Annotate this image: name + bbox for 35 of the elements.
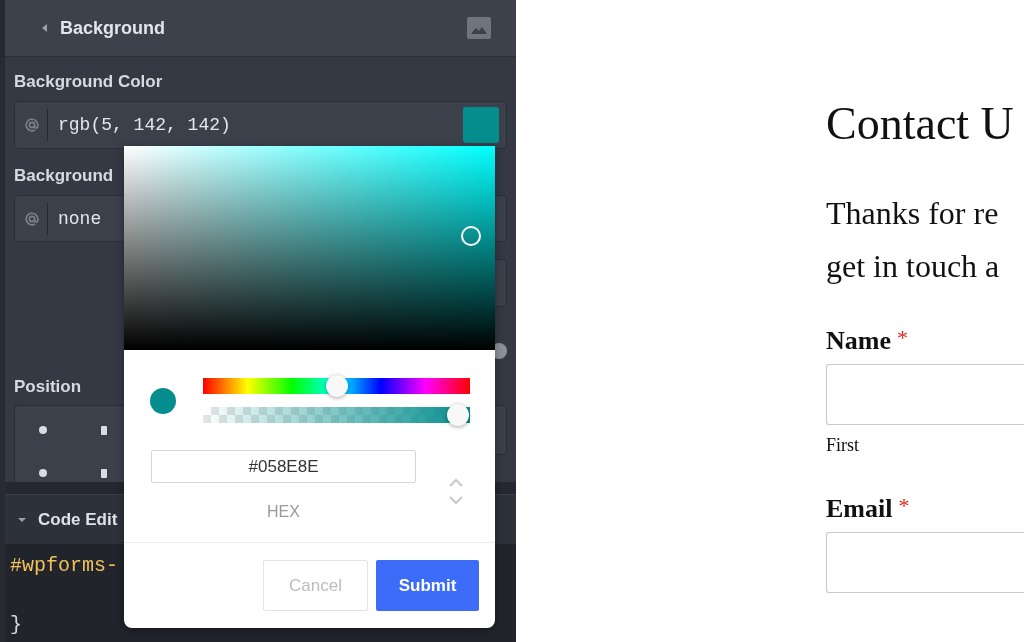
page-title: Contact U [826,98,1014,150]
hue-slider[interactable] [203,378,470,394]
intro-paragraph: Thanks for re get in touch a [826,194,1000,286]
code-line: } [10,612,22,638]
field-label: Position [14,377,82,397]
field-label: Name [826,326,891,356]
slider-thumb[interactable] [325,375,348,397]
dot-icon[interactable] [39,426,47,434]
image-icon[interactable] [467,17,491,39]
color-swatch-icon [150,387,176,414]
required-mark: * [898,494,910,518]
alpha-slider[interactable] [203,407,470,423]
at-sign-icon [25,211,39,226]
dot-icon[interactable] [39,469,47,477]
format-label: HEX [267,502,300,522]
submit-button[interactable]: Submit [376,560,479,611]
field-label: Background [14,165,114,186]
hex-input[interactable]: #058E8E [151,450,416,483]
input-field[interactable] [826,364,1024,425]
field-label: Email [826,494,893,524]
caret-left-icon [42,24,47,32]
caret-down-icon [18,515,26,524]
code-line: #wpforms- [10,553,119,579]
slider-thumb[interactable] [447,404,469,426]
section-toggle[interactable]: Code Edit [18,509,118,530]
input-field[interactable]: rgb(5, 142, 142) [14,101,507,149]
sublabel: First [826,434,859,456]
required-mark: * [897,326,908,350]
input-field[interactable] [826,532,1024,593]
at-sign-icon [25,117,39,132]
saturation-handle[interactable] [460,226,481,247]
back-button[interactable]: Background [42,17,165,39]
color-swatch-icon[interactable] [463,106,499,143]
saturation-area[interactable] [124,146,495,350]
field-label: Background Color [14,72,163,92]
